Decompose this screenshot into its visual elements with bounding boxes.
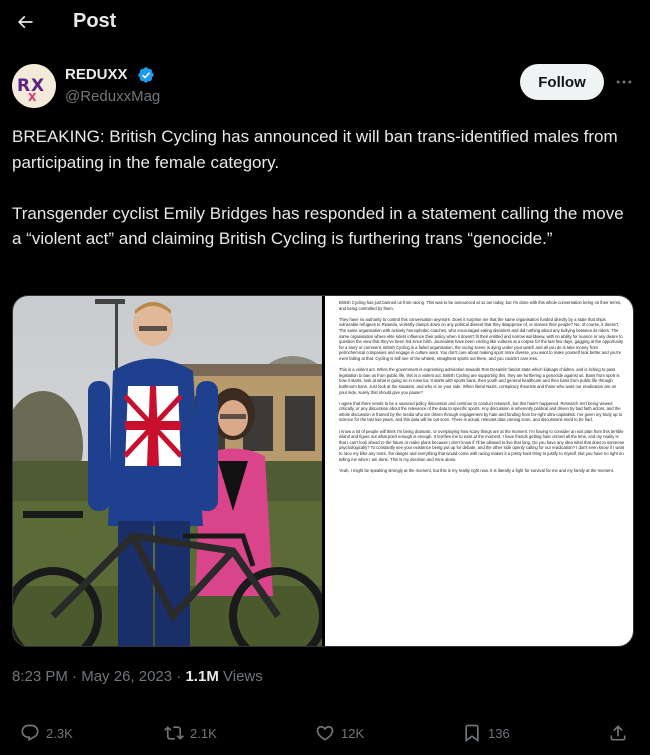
author-display-name[interactable]: REDUXX [65, 66, 128, 83]
views-count: 1.1M [185, 668, 219, 685]
media-grid[interactable]: British Cycling has just banned us from … [12, 295, 634, 647]
svg-text:X: X [28, 91, 37, 104]
page-title: Post [73, 10, 117, 32]
arrow-left-icon [17, 15, 33, 29]
post-date[interactable]: May 26, 2023 [81, 668, 172, 685]
reply-icon [21, 724, 39, 742]
post-meta: 8:23 PM · May 26, 2023 · 1.1M Views [12, 668, 263, 685]
share-icon [610, 725, 626, 741]
avatar[interactable]: R X X [12, 64, 56, 108]
action-bar: 2.3K 2.1K 12K 136 [0, 718, 650, 748]
statement-paragraph: Yeah, I might be speaking strongly at th… [339, 467, 614, 473]
author-handle[interactable]: @ReduxxMag [65, 88, 160, 105]
repost-button[interactable]: 2.1K [164, 718, 217, 748]
more-options-button[interactable] [612, 72, 636, 92]
statement-paragraph: British Cycling has just banned us from … [339, 300, 622, 311]
meta-separator: · [72, 668, 78, 685]
like-count: 12K [341, 725, 365, 741]
follow-button[interactable]: Follow [520, 64, 604, 100]
verified-badge-icon [138, 67, 154, 83]
bookmark-count: 136 [488, 725, 510, 741]
post-header: Post [0, 0, 650, 45]
post-time[interactable]: 8:23 PM [12, 668, 68, 685]
like-button[interactable]: 12K [315, 718, 364, 748]
statement-image[interactable]: British Cycling has just banned us from … [325, 296, 633, 646]
statement-paragraph: They have no authority to control this c… [339, 316, 624, 361]
statement-paragraph: This is a violent act. When the governme… [339, 367, 620, 395]
back-button[interactable] [10, 7, 40, 37]
views-label: Views [223, 668, 263, 685]
statement-paragraph: I agree that there needs to be a nuanced… [339, 400, 623, 423]
tweet-text: BREAKING: British Cycling has announced … [12, 127, 624, 248]
meta-separator: · [176, 668, 182, 685]
reply-count: 2.3K [46, 725, 73, 741]
cyclist-photo[interactable] [13, 296, 322, 647]
more-dots-icon [616, 80, 632, 84]
statement-paragraph: I know a lot of people will think I'm be… [339, 428, 625, 462]
repost-count: 2.1K [190, 725, 217, 741]
repost-icon [164, 726, 184, 740]
bookmark-button[interactable]: 136 [462, 718, 510, 748]
heart-icon [316, 725, 334, 741]
share-button[interactable] [608, 718, 628, 748]
reply-button[interactable]: 2.3K [20, 718, 73, 748]
bookmark-icon [465, 724, 479, 743]
reduxx-logo-icon: R X X [12, 64, 56, 108]
